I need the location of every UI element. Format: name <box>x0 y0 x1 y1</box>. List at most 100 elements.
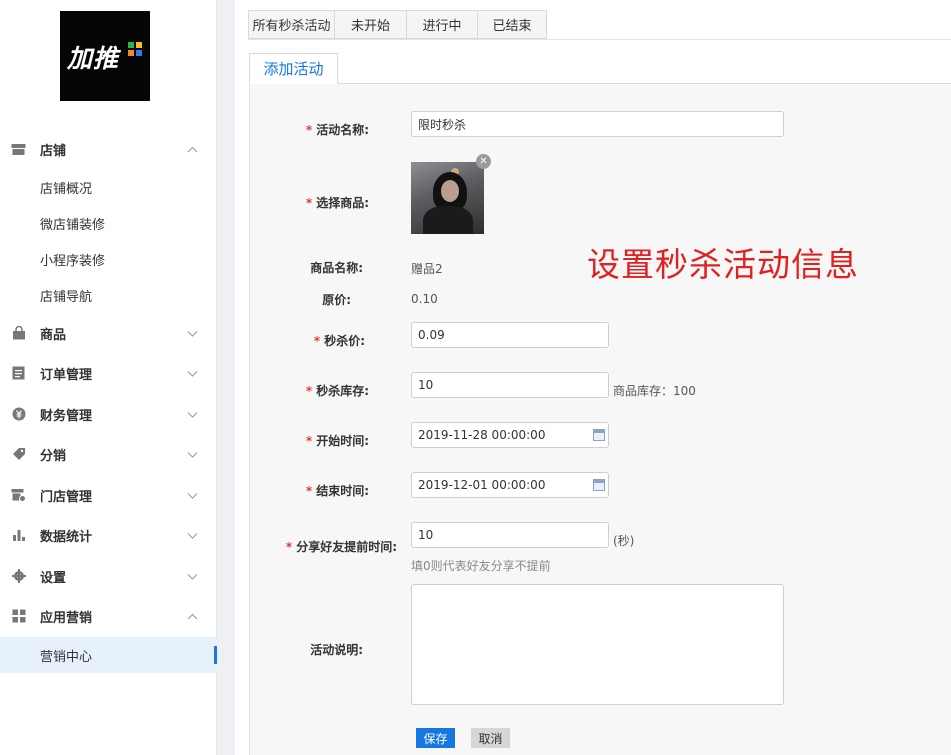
required-mark: * <box>313 334 321 348</box>
tab-not-started[interactable]: 未开始 <box>334 10 406 39</box>
chevron-up-icon <box>187 613 198 619</box>
sidebar-item-store-overview[interactable]: 店铺概况 <box>0 169 217 205</box>
chevron-down-icon <box>187 370 198 377</box>
end-time-value: 2019-12-01 00:00:00 <box>418 478 546 492</box>
activity-name-label-text: 活动名称: <box>316 123 369 137</box>
description-label: 活动说明: <box>310 643 363 657</box>
seckill-stock-label: * 秒杀库存: <box>295 382 369 399</box>
chevron-down-icon <box>187 492 198 499</box>
start-time-label: * 开始时间: <box>295 432 369 449</box>
required-mark: * <box>285 540 293 554</box>
select-product-label-text: 选择商品: <box>316 196 369 210</box>
sidebar-group-settings[interactable]: 设置 <box>0 561 217 591</box>
sidebar-group-finance[interactable]: 财务管理 <box>0 399 217 429</box>
seckill-stock-input[interactable]: 10 <box>411 372 609 398</box>
logo-mark-icon <box>128 42 144 58</box>
tab-add-activity[interactable]: 添加活动 <box>249 53 338 84</box>
sidebar-item-label: 营销中心 <box>40 649 93 665</box>
sidebar-group-label: 数据统计 <box>40 529 93 545</box>
share-advance-hint: 填0则代表好友分享不提前 <box>411 559 551 573</box>
product-thumbnail[interactable] <box>411 162 484 234</box>
product-name-value: 赠品2 <box>411 262 443 276</box>
tag-icon <box>11 447 26 462</box>
sidebar-item-micro-store-decor[interactable]: 微店铺装修 <box>0 205 217 241</box>
cancel-button[interactable]: 取消 <box>471 728 510 748</box>
sidebar-group-stats[interactable]: 数据统计 <box>0 520 217 550</box>
required-mark: * <box>305 484 313 498</box>
sidebar-group-label: 应用营销 <box>40 610 93 626</box>
description-textarea[interactable] <box>411 584 784 705</box>
required-mark: * <box>305 384 313 398</box>
seckill-price-label: * 秒杀价: <box>295 332 365 349</box>
sidebar-group-label: 财务管理 <box>40 408 93 424</box>
end-time-label-text: 结束时间: <box>316 484 369 498</box>
sidebar-item-miniprogram-decor[interactable]: 小程序装修 <box>0 241 217 277</box>
sidebar-item-label: 小程序装修 <box>40 253 106 269</box>
sidebar-item-store-nav[interactable]: 店铺导航 <box>0 277 217 313</box>
calendar-icon[interactable] <box>593 479 605 491</box>
sidebar: 加推 店铺 店铺概况 微店铺装修 小程序装修 店铺导航 商品 订单管理 财务管理 <box>0 0 217 755</box>
required-mark: * <box>305 434 313 448</box>
tab-ended[interactable]: 已结束 <box>477 10 547 39</box>
sidebar-group-marketing[interactable]: 应用营销 <box>0 601 217 631</box>
end-time-label: * 结束时间: <box>295 482 369 499</box>
finance-icon <box>11 407 26 422</box>
end-time-input[interactable]: 2019-12-01 00:00:00 <box>411 472 609 498</box>
seckill-stock-label-text: 秒杀库存: <box>316 384 369 398</box>
seckill-price-input[interactable]: 0.09 <box>411 322 609 348</box>
tab-all-seckill[interactable]: 所有秒杀活动 <box>248 10 334 39</box>
seckill-price-label-text: 秒杀价: <box>324 334 365 348</box>
original-price-label: 原价: <box>322 293 351 307</box>
chevron-down-icon <box>187 451 198 458</box>
sidebar-item-label: 店铺导航 <box>40 289 93 305</box>
gear-icon <box>11 569 26 584</box>
sidebar-group-label: 店铺 <box>40 143 67 159</box>
sidebar-group-stores[interactable]: 门店管理 <box>0 480 217 510</box>
sidebar-group-label: 商品 <box>40 327 67 343</box>
start-time-value: 2019-11-28 00:00:00 <box>418 428 546 442</box>
calendar-icon[interactable] <box>593 429 605 441</box>
chevron-down-icon <box>187 411 198 418</box>
chevron-down-icon <box>187 532 198 539</box>
sidebar-group-label: 分销 <box>40 448 67 464</box>
sidebar-group-distribution[interactable]: 分销 <box>0 439 217 469</box>
share-advance-input[interactable]: 10 <box>411 522 609 548</box>
sidebar-item-marketing-center[interactable]: 营销中心 <box>0 637 217 673</box>
sidebar-item-label: 微店铺装修 <box>40 217 106 233</box>
chevron-down-icon <box>187 330 198 337</box>
save-button[interactable]: 保存 <box>416 728 455 748</box>
sidebar-group-orders[interactable]: 订单管理 <box>0 358 217 388</box>
sidebar-group-store[interactable]: 店铺 <box>0 134 217 164</box>
store-icon <box>11 142 26 157</box>
activity-name-label: * 活动名称: <box>295 121 369 138</box>
status-tabs: 所有秒杀活动 未开始 进行中 已结束 <box>248 10 547 39</box>
start-time-label-text: 开始时间: <box>316 434 369 448</box>
bag-icon <box>11 326 26 341</box>
shop-settings-icon <box>11 488 26 503</box>
bar-chart-icon <box>11 528 26 543</box>
sidebar-item-label: 店铺概况 <box>40 181 93 197</box>
sidebar-group-label: 门店管理 <box>40 489 93 505</box>
content-gutter <box>217 0 235 755</box>
product-name-label: 商品名称: <box>310 261 363 275</box>
main-content: 所有秒杀活动 未开始 进行中 已结束 添加活动 * 活动名称: 限时秒杀 * 选择商… <box>235 0 951 755</box>
tab-in-progress[interactable]: 进行中 <box>406 10 477 39</box>
start-time-input[interactable]: 2019-11-28 00:00:00 <box>411 422 609 448</box>
activity-name-input[interactable]: 限时秒杀 <box>411 111 784 137</box>
logo-text: 加推 <box>67 44 120 73</box>
tabs-divider <box>248 39 951 40</box>
select-product-label: * 选择商品: <box>295 194 369 211</box>
chevron-down-icon <box>187 573 198 580</box>
stock-hint: 商品库存：100 <box>613 384 696 398</box>
sidebar-group-goods[interactable]: 商品 <box>0 318 217 348</box>
required-mark: * <box>305 123 313 137</box>
order-icon <box>11 366 26 381</box>
share-advance-label: * 分享好友提前时间: <box>275 538 397 555</box>
apps-icon <box>11 609 26 624</box>
annotation-text: 设置秒杀活动信息 <box>587 245 859 284</box>
close-icon[interactable]: ✕ <box>476 154 491 169</box>
share-advance-label-text: 分享好友提前时间: <box>296 540 397 554</box>
sidebar-group-label: 订单管理 <box>40 367 93 383</box>
required-mark: * <box>305 196 313 210</box>
logo[interactable]: 加推 <box>60 11 150 101</box>
